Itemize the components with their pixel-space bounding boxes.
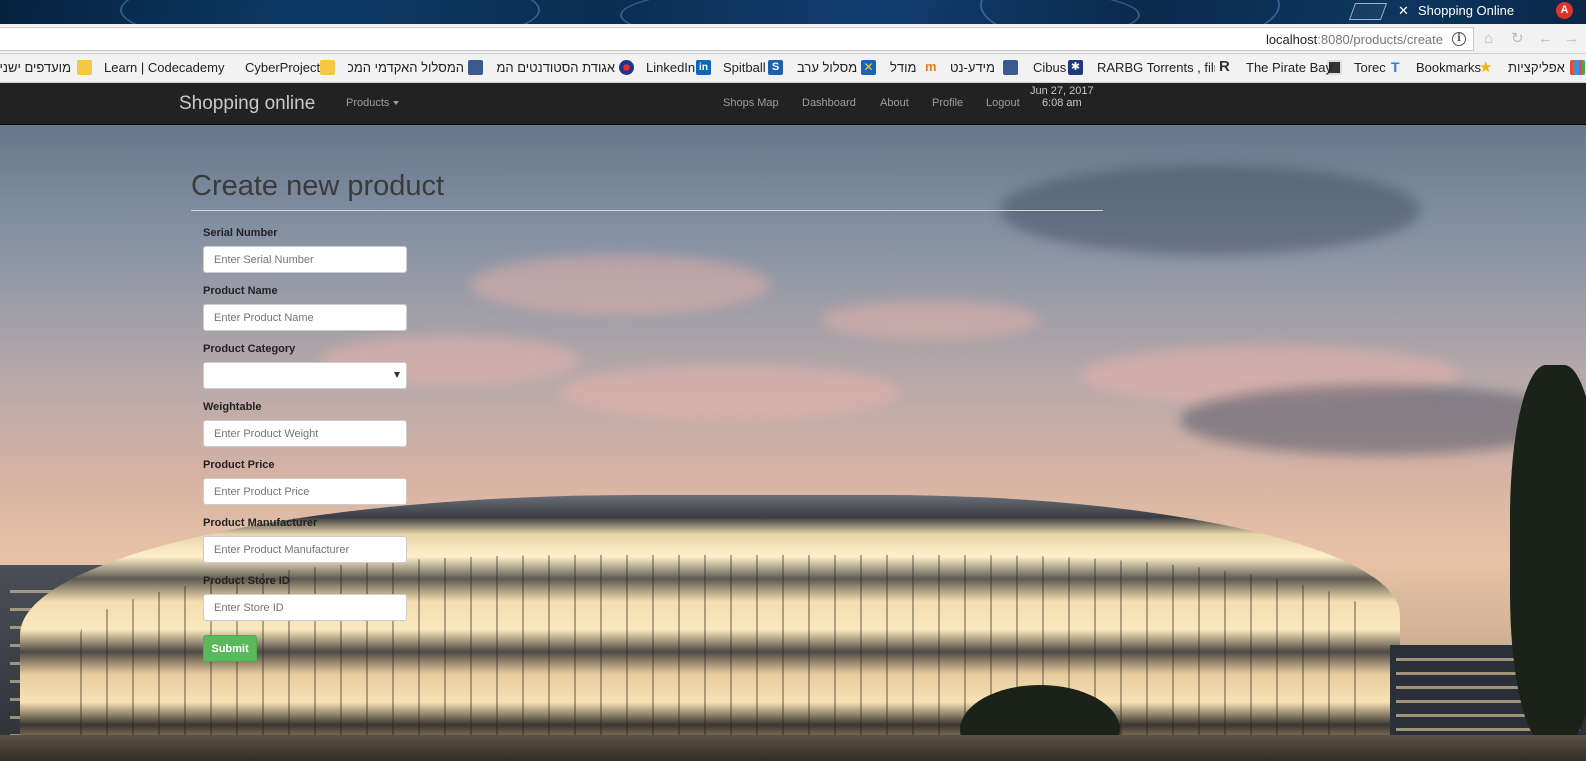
url-path: :8080/products/create xyxy=(1317,32,1443,47)
url-host: localhost xyxy=(1265,32,1318,47)
bookmark-linkedin[interactable]: LinkedIn xyxy=(646,60,695,75)
bookmark-evening-track[interactable]: מסלול ערב xyxy=(797,60,857,75)
app-navbar: Shopping online Products Shops Map Dashb… xyxy=(0,83,1586,125)
product-name-group: Product Name xyxy=(203,285,407,331)
page-header: Create new product xyxy=(191,170,1103,211)
nav-shops-map[interactable]: Shops Map xyxy=(723,97,779,109)
products-label: Products xyxy=(346,97,390,109)
weightable-label: Weightable xyxy=(203,401,262,413)
page-title: Create new product xyxy=(191,170,445,202)
nav-logout[interactable]: Logout xyxy=(986,97,1020,109)
linkedin-icon: in xyxy=(696,60,711,75)
apps-grid-icon xyxy=(1570,60,1585,75)
reload-icon[interactable]: ↻ xyxy=(1511,30,1524,48)
browser-tab-title[interactable]: Shopping Online xyxy=(1418,3,1514,18)
folder-icon xyxy=(320,60,335,75)
extension-icon[interactable]: A xyxy=(1556,2,1573,19)
product-price-group: Product Price xyxy=(203,459,407,505)
bookmark-bookmarks[interactable]: Bookmarks xyxy=(1416,60,1481,75)
bookmark-cibus[interactable]: Cibus xyxy=(1033,60,1066,75)
submit-button[interactable]: Submit xyxy=(203,635,257,662)
cloud xyxy=(820,300,1040,340)
serial-number-input[interactable] xyxy=(203,246,407,273)
store-id-input[interactable] xyxy=(203,594,407,621)
serial-number-label: Serial Number xyxy=(203,227,278,239)
rarbg-icon: R xyxy=(1219,58,1230,75)
back-icon[interactable]: ← xyxy=(1538,30,1553,48)
product-name-input[interactable] xyxy=(203,304,407,331)
new-tab-button[interactable] xyxy=(1348,3,1388,20)
ground xyxy=(0,735,1586,761)
bookmark-moodle[interactable]: מודל xyxy=(890,60,916,75)
torec-icon: T xyxy=(1391,59,1400,75)
bookmark-academic-track[interactable]: המסלול האקדמי המכ xyxy=(348,60,464,75)
star-icon: ★ xyxy=(1479,59,1493,76)
bookmark-spitball[interactable]: Spitball xyxy=(723,60,766,75)
weightable-group: Weightable xyxy=(203,401,407,447)
bookmark-rarbg[interactable]: RARBG Torrents , film xyxy=(1097,60,1215,75)
bookmark-apps[interactable]: אפליקציות xyxy=(1508,60,1565,75)
bookmark-torec[interactable]: Torec xyxy=(1354,60,1386,75)
tree xyxy=(1510,365,1586,745)
brand-logo[interactable]: Shopping online xyxy=(179,93,315,115)
home-icon[interactable]: ⌂ xyxy=(1484,30,1493,48)
decorative-swirl xyxy=(980,0,1280,24)
serial-number-group: Serial Number xyxy=(203,227,407,273)
nav-dashboard[interactable]: Dashboard xyxy=(802,97,856,109)
url-text: localhost:8080/products/create xyxy=(1266,32,1443,47)
product-category-label: Product Category xyxy=(203,343,296,355)
bookmarks-bar: אפליקציות ★ Bookmarks T Torec The Pirate… xyxy=(0,54,1586,83)
decorative-swirl xyxy=(120,0,540,24)
academic-track-icon xyxy=(468,60,483,75)
cloud xyxy=(470,255,770,315)
student-union-icon xyxy=(619,60,634,75)
current-time: 6:08 am xyxy=(1041,97,1082,109)
bookmark-pirate-bay[interactable]: The Pirate Bay xyxy=(1246,60,1332,75)
product-manufacturer-input[interactable] xyxy=(203,536,407,563)
site-info-icon[interactable]: i xyxy=(1452,32,1466,46)
bookmark-student-union[interactable]: אגודת הסטודנטים המ xyxy=(497,60,615,75)
mida-net-icon xyxy=(1003,60,1018,75)
store-id-group: Product Store ID xyxy=(203,575,407,621)
date-time: Jun 27, 2017 6:08 am xyxy=(1030,85,1094,109)
product-price-label: Product Price xyxy=(203,459,275,471)
bookmark-mida-net[interactable]: מידע-נט xyxy=(950,60,995,75)
browser-tab-strip: ✕ Shopping Online A xyxy=(0,0,1586,24)
product-weight-input[interactable] xyxy=(203,420,407,447)
dropdown-arrow-icon xyxy=(394,372,400,378)
moodle-icon: m xyxy=(925,59,937,74)
bookmark-codecademy[interactable]: Learn | Codecademy xyxy=(104,60,224,75)
product-manufacturer-label: Product Manufacturer xyxy=(203,517,318,529)
forward-icon[interactable]: → xyxy=(1564,30,1579,48)
url-input[interactable]: localhost:8080/products/create i xyxy=(0,27,1474,51)
nav-about[interactable]: About xyxy=(880,97,909,109)
bookmark-old-favorites[interactable]: מועדפים ישנים xyxy=(0,60,71,75)
address-bar: localhost:8080/products/create i ⌂ ↻ ← → xyxy=(0,24,1586,54)
current-date: Jun 27, 2017 xyxy=(1030,85,1094,97)
product-category-group: Product Category xyxy=(203,343,407,389)
bookmark-cyberproject[interactable]: CyberProject xyxy=(245,60,320,75)
products-dropdown[interactable]: Products xyxy=(346,97,400,109)
folder-icon xyxy=(77,60,92,75)
product-name-label: Product Name xyxy=(203,285,278,297)
product-category-select[interactable] xyxy=(203,362,407,389)
product-price-input[interactable] xyxy=(203,478,407,505)
spitball-icon: S xyxy=(768,60,783,75)
evening-track-icon: ✕ xyxy=(861,60,876,75)
store-id-label: Product Store ID xyxy=(203,575,290,587)
product-manufacturer-group: Product Manufacturer xyxy=(203,517,407,563)
close-tab-icon[interactable]: ✕ xyxy=(1398,3,1409,19)
chevron-down-icon xyxy=(393,101,400,106)
cibus-icon: ✱ xyxy=(1068,60,1083,75)
nav-profile[interactable]: Profile xyxy=(932,97,963,109)
cloud xyxy=(560,365,900,420)
